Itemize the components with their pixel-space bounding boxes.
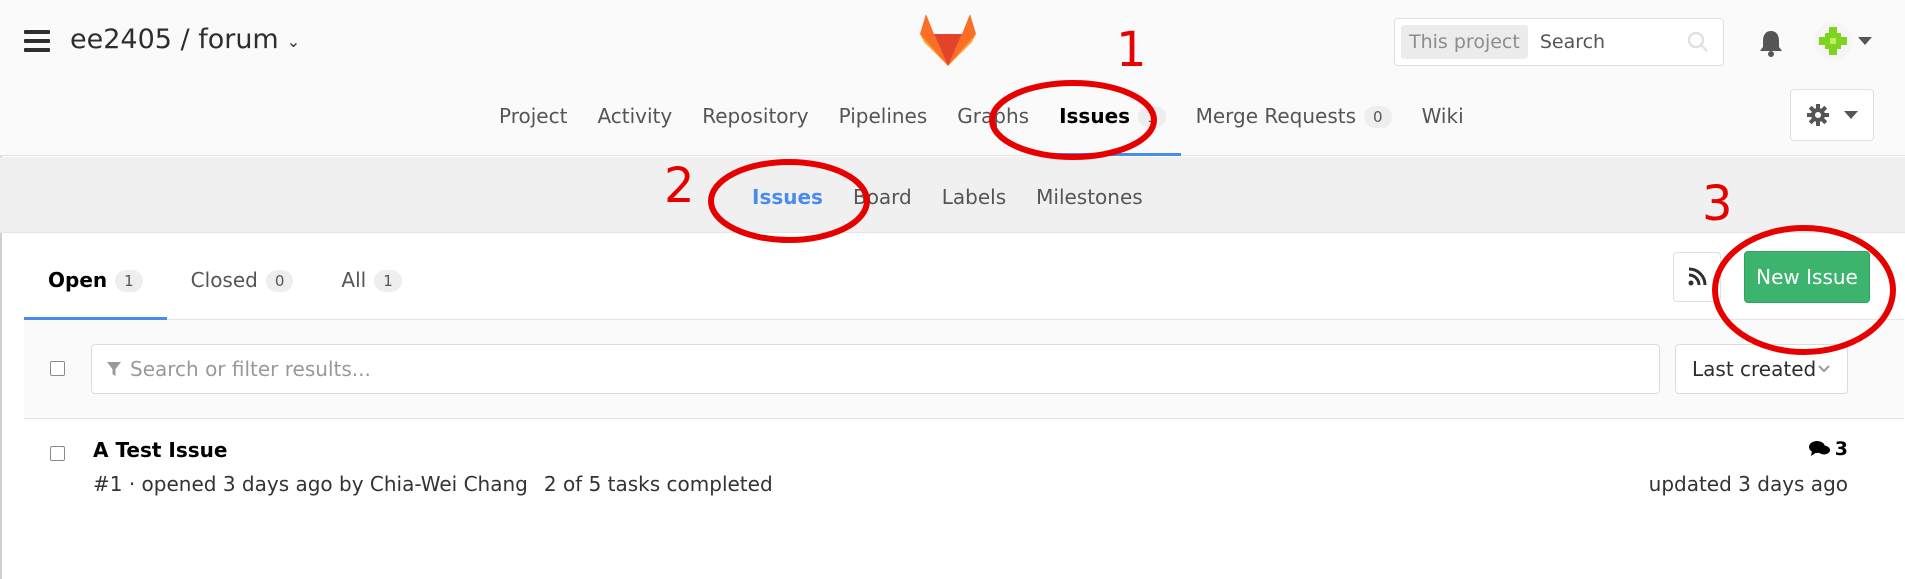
chevron-down-icon	[1844, 111, 1858, 119]
filter-search-input[interactable]: Search or filter results...	[91, 344, 1660, 394]
project-title[interactable]: ee2405 / forum ⌄	[70, 24, 300, 55]
nav-label: Repository	[702, 104, 809, 128]
gear-icon	[1807, 104, 1829, 126]
tab-closed[interactable]: Closed 0	[167, 258, 318, 320]
chevron-down-icon	[1818, 365, 1830, 373]
rss-feed-button[interactable]	[1673, 252, 1721, 302]
nav-project[interactable]: Project	[484, 96, 582, 156]
count-badge: 1	[374, 270, 402, 292]
rss-icon	[1688, 267, 1707, 286]
issue-title-link[interactable]: A Test Issue	[93, 438, 227, 462]
nav-activity[interactable]: Activity	[582, 96, 687, 156]
search-scope-badge[interactable]: This project	[1401, 25, 1528, 59]
nav-label: Merge Requests	[1195, 104, 1357, 128]
count-badge: 1	[115, 270, 143, 292]
issue-checkbox[interactable]	[50, 446, 65, 461]
count-badge: 0	[1364, 106, 1392, 128]
count-badge: 1	[1138, 106, 1166, 128]
search-icon[interactable]	[1685, 29, 1711, 55]
comments-count: 3	[1834, 438, 1848, 460]
issue-meta: #1 · opened 3 days ago by Chia-Wei Chang…	[93, 472, 773, 496]
filter-bar: Search or filter results... Last created	[24, 320, 1904, 419]
chevron-down-icon: ⌄	[286, 32, 301, 51]
nav-wiki[interactable]: Wiki	[1407, 96, 1479, 156]
new-issue-button[interactable]: New Issue	[1744, 251, 1870, 303]
tab-all[interactable]: All 1	[317, 258, 425, 320]
nav-label: Graphs	[957, 104, 1030, 128]
nav-repository[interactable]: Repository	[687, 96, 823, 156]
issues-subnav: Issues Board Labels Milestones	[0, 157, 1905, 233]
tab-label: Closed	[190, 268, 258, 292]
filter-icon	[107, 362, 121, 376]
issue-updated: updated 3 days ago	[1648, 472, 1848, 496]
annotation-number-2: 2	[664, 158, 695, 214]
tab-label: All	[341, 268, 367, 292]
nav-graphs[interactable]: Graphs	[942, 96, 1044, 156]
count-badge: 0	[265, 270, 294, 292]
nav-merge-requests[interactable]: Merge Requests 0	[1181, 96, 1407, 156]
annotation-number-1: 1	[1116, 22, 1147, 78]
issue-ref: #1 · opened 3 days ago by Chia-Wei Chang	[93, 472, 528, 496]
tab-label: Open	[48, 268, 108, 292]
search-box[interactable]: This project Search	[1394, 18, 1724, 66]
annotation-number-3: 3	[1702, 176, 1733, 232]
select-all-checkbox[interactable]	[50, 361, 65, 376]
issue-comments-link[interactable]: 3	[1808, 438, 1848, 460]
avatar	[1814, 22, 1852, 60]
sort-label: Last created	[1692, 357, 1817, 381]
comments-icon	[1808, 441, 1830, 456]
tab-open[interactable]: Open 1	[24, 258, 167, 320]
hamburger-menu-icon[interactable]	[24, 30, 50, 52]
issue-state-tabs: Open 1 Closed 0 All 1	[24, 258, 1904, 320]
settings-dropdown-button[interactable]	[1790, 89, 1874, 141]
user-menu[interactable]	[1814, 22, 1872, 60]
filter-placeholder: Search or filter results...	[130, 357, 371, 381]
subnav-labels[interactable]: Labels	[942, 185, 1006, 209]
issue-row: A Test Issue #1 · opened 3 days ago by C…	[24, 420, 1904, 520]
chevron-down-icon	[1858, 37, 1872, 45]
nav-label: Project	[499, 104, 568, 128]
nav-issues[interactable]: Issues 1	[1044, 96, 1181, 156]
search-input[interactable]: Search	[1540, 31, 1685, 53]
top-header: ee2405 / forum ⌄ This project Search Pro…	[0, 0, 1905, 156]
subnav-board[interactable]: Board	[853, 185, 912, 209]
nav-label: Wiki	[1421, 104, 1464, 128]
nav-pipelines[interactable]: Pipelines	[824, 96, 943, 156]
nav-label: Activity	[597, 104, 673, 128]
subnav-issues[interactable]: Issues	[752, 185, 823, 209]
project-title-text: ee2405 / forum	[70, 24, 279, 55]
nav-label: Issues	[1059, 104, 1131, 128]
sort-dropdown[interactable]: Last created	[1675, 344, 1848, 394]
nav-label: Pipelines	[838, 104, 928, 128]
project-nav: Project Activity Repository Pipelines Gr…	[0, 96, 1905, 156]
subnav-milestones[interactable]: Milestones	[1036, 185, 1143, 209]
notification-bell-icon[interactable]	[1756, 28, 1786, 58]
issue-task-status: 2 of 5 tasks completed	[543, 472, 773, 496]
gitlab-logo-icon[interactable]	[920, 14, 976, 66]
